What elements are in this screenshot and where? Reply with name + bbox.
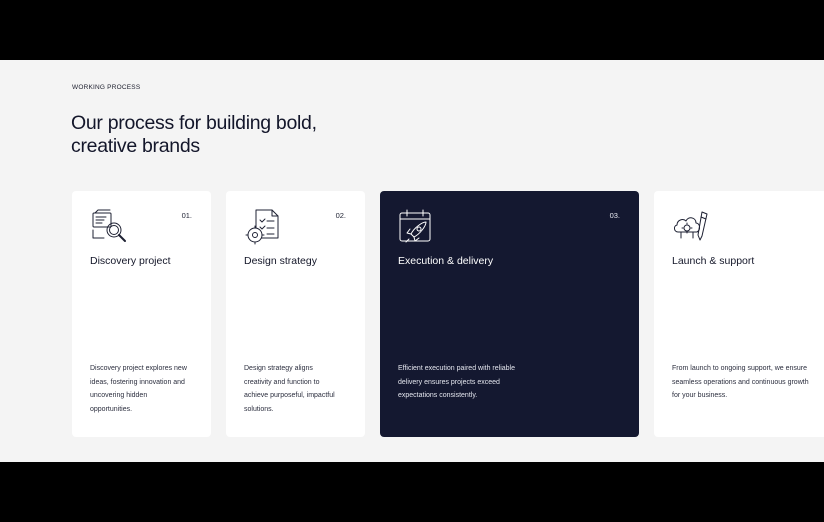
desc-line: From launch to ongoing support, we ensur… — [672, 365, 808, 372]
research-magnifier-icon — [90, 208, 128, 246]
working-process-section: WORKING PROCESS Our process for building… — [0, 60, 824, 462]
heading-line-2: creative brands — [71, 135, 200, 157]
section-eyebrow: WORKING PROCESS — [72, 84, 141, 91]
desc-line: uncovering hidden — [90, 392, 148, 400]
card-description: Efficient execution paired with reliable… — [398, 362, 515, 403]
desc-line: for your business. — [672, 392, 728, 400]
heading-line-1: Our process for building bold, — [71, 112, 317, 134]
card-title: Launch & support — [672, 255, 755, 267]
desc-line: seamless operations and continuous growt… — [672, 378, 809, 386]
process-card-design[interactable]: 02. Design strategy Design strategy alig… — [226, 191, 365, 437]
desc-line: Discovery project explores new — [90, 365, 187, 372]
process-card-discovery[interactable]: 01. Discovery project Discovery project … — [72, 191, 211, 437]
card-description: Design strategy aligns creativity and fu… — [244, 362, 335, 416]
card-number: 03. — [609, 211, 620, 220]
desc-line: delivery ensures projects exceed — [398, 378, 500, 386]
card-description: From launch to ongoing support, we ensur… — [672, 362, 809, 403]
card-title: Discovery project — [90, 255, 171, 267]
desc-line: ideas, fostering innovation and — [90, 378, 185, 386]
card-description: Discovery project explores new ideas, fo… — [90, 362, 187, 416]
process-card-launch[interactable]: Launch & support From launch to ongoing … — [654, 191, 824, 437]
desc-line: Efficient execution paired with reliable — [398, 365, 515, 372]
card-title: Execution & delivery — [398, 255, 494, 267]
cloud-gear-pencil-icon — [672, 208, 710, 246]
card-title: Design strategy — [244, 255, 317, 267]
desc-line: achieve purposeful, impactful — [244, 392, 335, 400]
card-number: 02. — [335, 211, 346, 220]
desc-line: opportunities. — [90, 405, 133, 413]
desc-line: Design strategy aligns — [244, 365, 313, 372]
section-heading: Our process for building bold, creative … — [71, 112, 391, 158]
process-card-execution[interactable]: 03. Execution & delivery Efficient execu… — [380, 191, 639, 437]
strategy-checklist-gear-icon — [244, 208, 282, 246]
card-number: 01. — [181, 211, 192, 220]
desc-line: expectations consistently. — [398, 392, 478, 400]
desc-line: solutions. — [244, 405, 274, 413]
calendar-rocket-icon — [398, 208, 436, 246]
desc-line: creativity and function to — [244, 378, 320, 386]
